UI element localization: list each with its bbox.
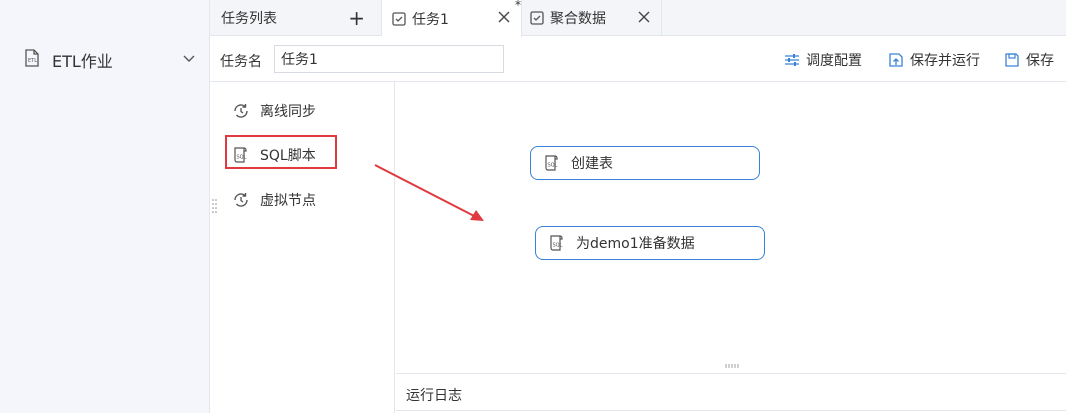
sidebar-item-etl[interactable]: ETL ETL作业 <box>24 49 202 71</box>
close-icon[interactable] <box>497 10 511 28</box>
modified-mark: * <box>515 0 521 12</box>
chevron-down-icon[interactable] <box>182 52 196 70</box>
sliders-icon <box>785 54 799 66</box>
svg-text:SQL: SQL <box>553 243 563 249</box>
close-icon[interactable] <box>637 10 651 28</box>
node-label: 为demo1准备数据 <box>576 236 695 252</box>
node-label: 创建表 <box>571 156 613 172</box>
sync-icon <box>234 193 248 207</box>
task-toolbar: 任务名 调度配置 保存并运行 保存 <box>210 37 1066 82</box>
task-check-icon <box>530 11 544 25</box>
run-log-panel: 运行日志 <box>396 373 1066 413</box>
panel-resize-handle-icon[interactable] <box>725 364 739 368</box>
flow-canvas[interactable]: SQL 创建表 SQL 为demo1准备数据 <box>396 82 1066 373</box>
save-run-icon <box>889 53 903 67</box>
tab-aggregate-data[interactable]: 聚合数据 <box>522 0 662 36</box>
palette-item-sql-script[interactable]: SQL SQL脚本 <box>232 145 316 165</box>
save-label: 保存 <box>1026 53 1054 69</box>
flow-node-create-table[interactable]: SQL 创建表 <box>530 146 760 180</box>
save-and-run-button[interactable]: 保存并运行 <box>888 50 980 70</box>
sidebar-item-label: ETL作业 <box>52 52 113 71</box>
sql-script-icon: SQL <box>545 155 558 171</box>
sidebar: ETL ETL作业 <box>0 0 210 413</box>
schedule-config-label: 调度配置 <box>806 53 862 69</box>
tab-bar: 任务列表 + 任务1 * 聚合数据 <box>210 0 1066 37</box>
save-icon <box>1005 53 1019 67</box>
save-button[interactable]: 保存 <box>1004 50 1054 70</box>
schedule-config-button[interactable]: 调度配置 <box>784 50 862 70</box>
tab-task-list[interactable]: 任务列表 + <box>210 0 382 36</box>
task-check-icon <box>392 11 406 26</box>
sync-icon <box>234 104 248 118</box>
palette-item-offline-sync[interactable]: 离线同步 <box>232 101 316 121</box>
flow-node-prepare-data[interactable]: SQL 为demo1准备数据 <box>535 226 765 260</box>
task-name-label: 任务名 <box>220 54 262 70</box>
svg-text:SQL: SQL <box>548 163 558 169</box>
tab-task1[interactable]: 任务1 * <box>382 0 522 37</box>
svg-text:SQL: SQL <box>237 155 247 161</box>
divider <box>396 410 1066 411</box>
tab-label: 任务1 <box>412 11 449 28</box>
app-root: ETL ETL作业 任务列表 + 任务1 * 聚合数据 任务名 任务1 调度配置… <box>0 0 1066 413</box>
task-name-input[interactable] <box>274 45 504 73</box>
add-tab-icon[interactable]: + <box>348 8 365 28</box>
etl-file-icon: ETL <box>24 49 40 71</box>
sql-script-icon: SQL <box>550 235 563 251</box>
palette-item-label: 虚拟节点 <box>260 193 316 209</box>
save-and-run-label: 保存并运行 <box>910 53 980 69</box>
tab-label: 任务列表 <box>221 11 277 27</box>
tab-label: 聚合数据 <box>550 11 606 27</box>
sql-script-icon: SQL <box>234 147 247 163</box>
palette-item-virtual-node[interactable]: 虚拟节点 <box>232 190 316 210</box>
svg-text:ETL: ETL <box>28 58 37 64</box>
run-log-title: 运行日志 <box>406 388 462 404</box>
node-palette: 离线同步 SQL SQL脚本 虚拟节点 <box>210 82 395 413</box>
palette-item-label: 离线同步 <box>260 104 316 120</box>
palette-item-label: SQL脚本 <box>260 148 316 164</box>
drag-handle-icon[interactable] <box>212 198 217 214</box>
